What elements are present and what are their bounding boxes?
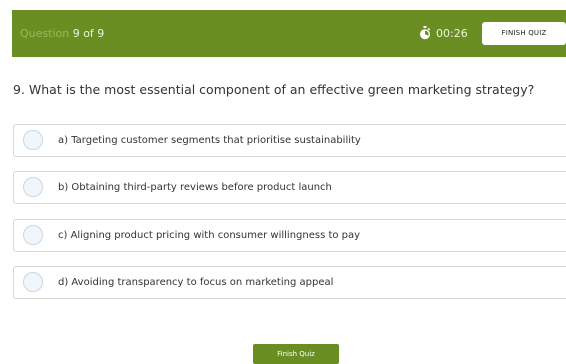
quiz-timer: 00:26	[419, 26, 468, 40]
question-counter-label: Question	[20, 27, 70, 40]
timer-value: 00:26	[436, 26, 468, 40]
answer-option-a[interactable]: a) Targeting customer segments that prio…	[13, 124, 566, 157]
question-counter-value: 9 of 9	[72, 27, 105, 40]
radio-button-b[interactable]	[23, 177, 43, 197]
answer-label-d: d) Avoiding transparency to focus on mar…	[58, 277, 334, 288]
question-counter: Question 9 of 9	[20, 27, 104, 40]
answer-label-c: c) Aligning product pricing with consume…	[58, 230, 361, 241]
finish-quiz-button-top[interactable]: FINISH QUIZ	[482, 22, 566, 45]
stopwatch-icon	[420, 26, 431, 40]
answer-option-d[interactable]: d) Avoiding transparency to focus on mar…	[13, 266, 566, 299]
radio-button-a[interactable]	[23, 130, 43, 150]
question-text: 9. What is the most essential component …	[13, 82, 535, 97]
answer-label-b: b) Obtaining third-party reviews before …	[58, 182, 332, 193]
answer-label-a: a) Targeting customer segments that prio…	[58, 135, 361, 146]
answer-option-b[interactable]: b) Obtaining third-party reviews before …	[13, 171, 566, 204]
radio-button-c[interactable]	[23, 225, 43, 245]
quiz-header-bar: Question 9 of 9 00:26 FINISH QUIZ	[12, 10, 566, 57]
answer-option-c[interactable]: c) Aligning product pricing with consume…	[13, 219, 566, 252]
finish-quiz-button-bottom[interactable]: Finish Quiz	[253, 344, 339, 364]
radio-button-d[interactable]	[23, 272, 43, 292]
